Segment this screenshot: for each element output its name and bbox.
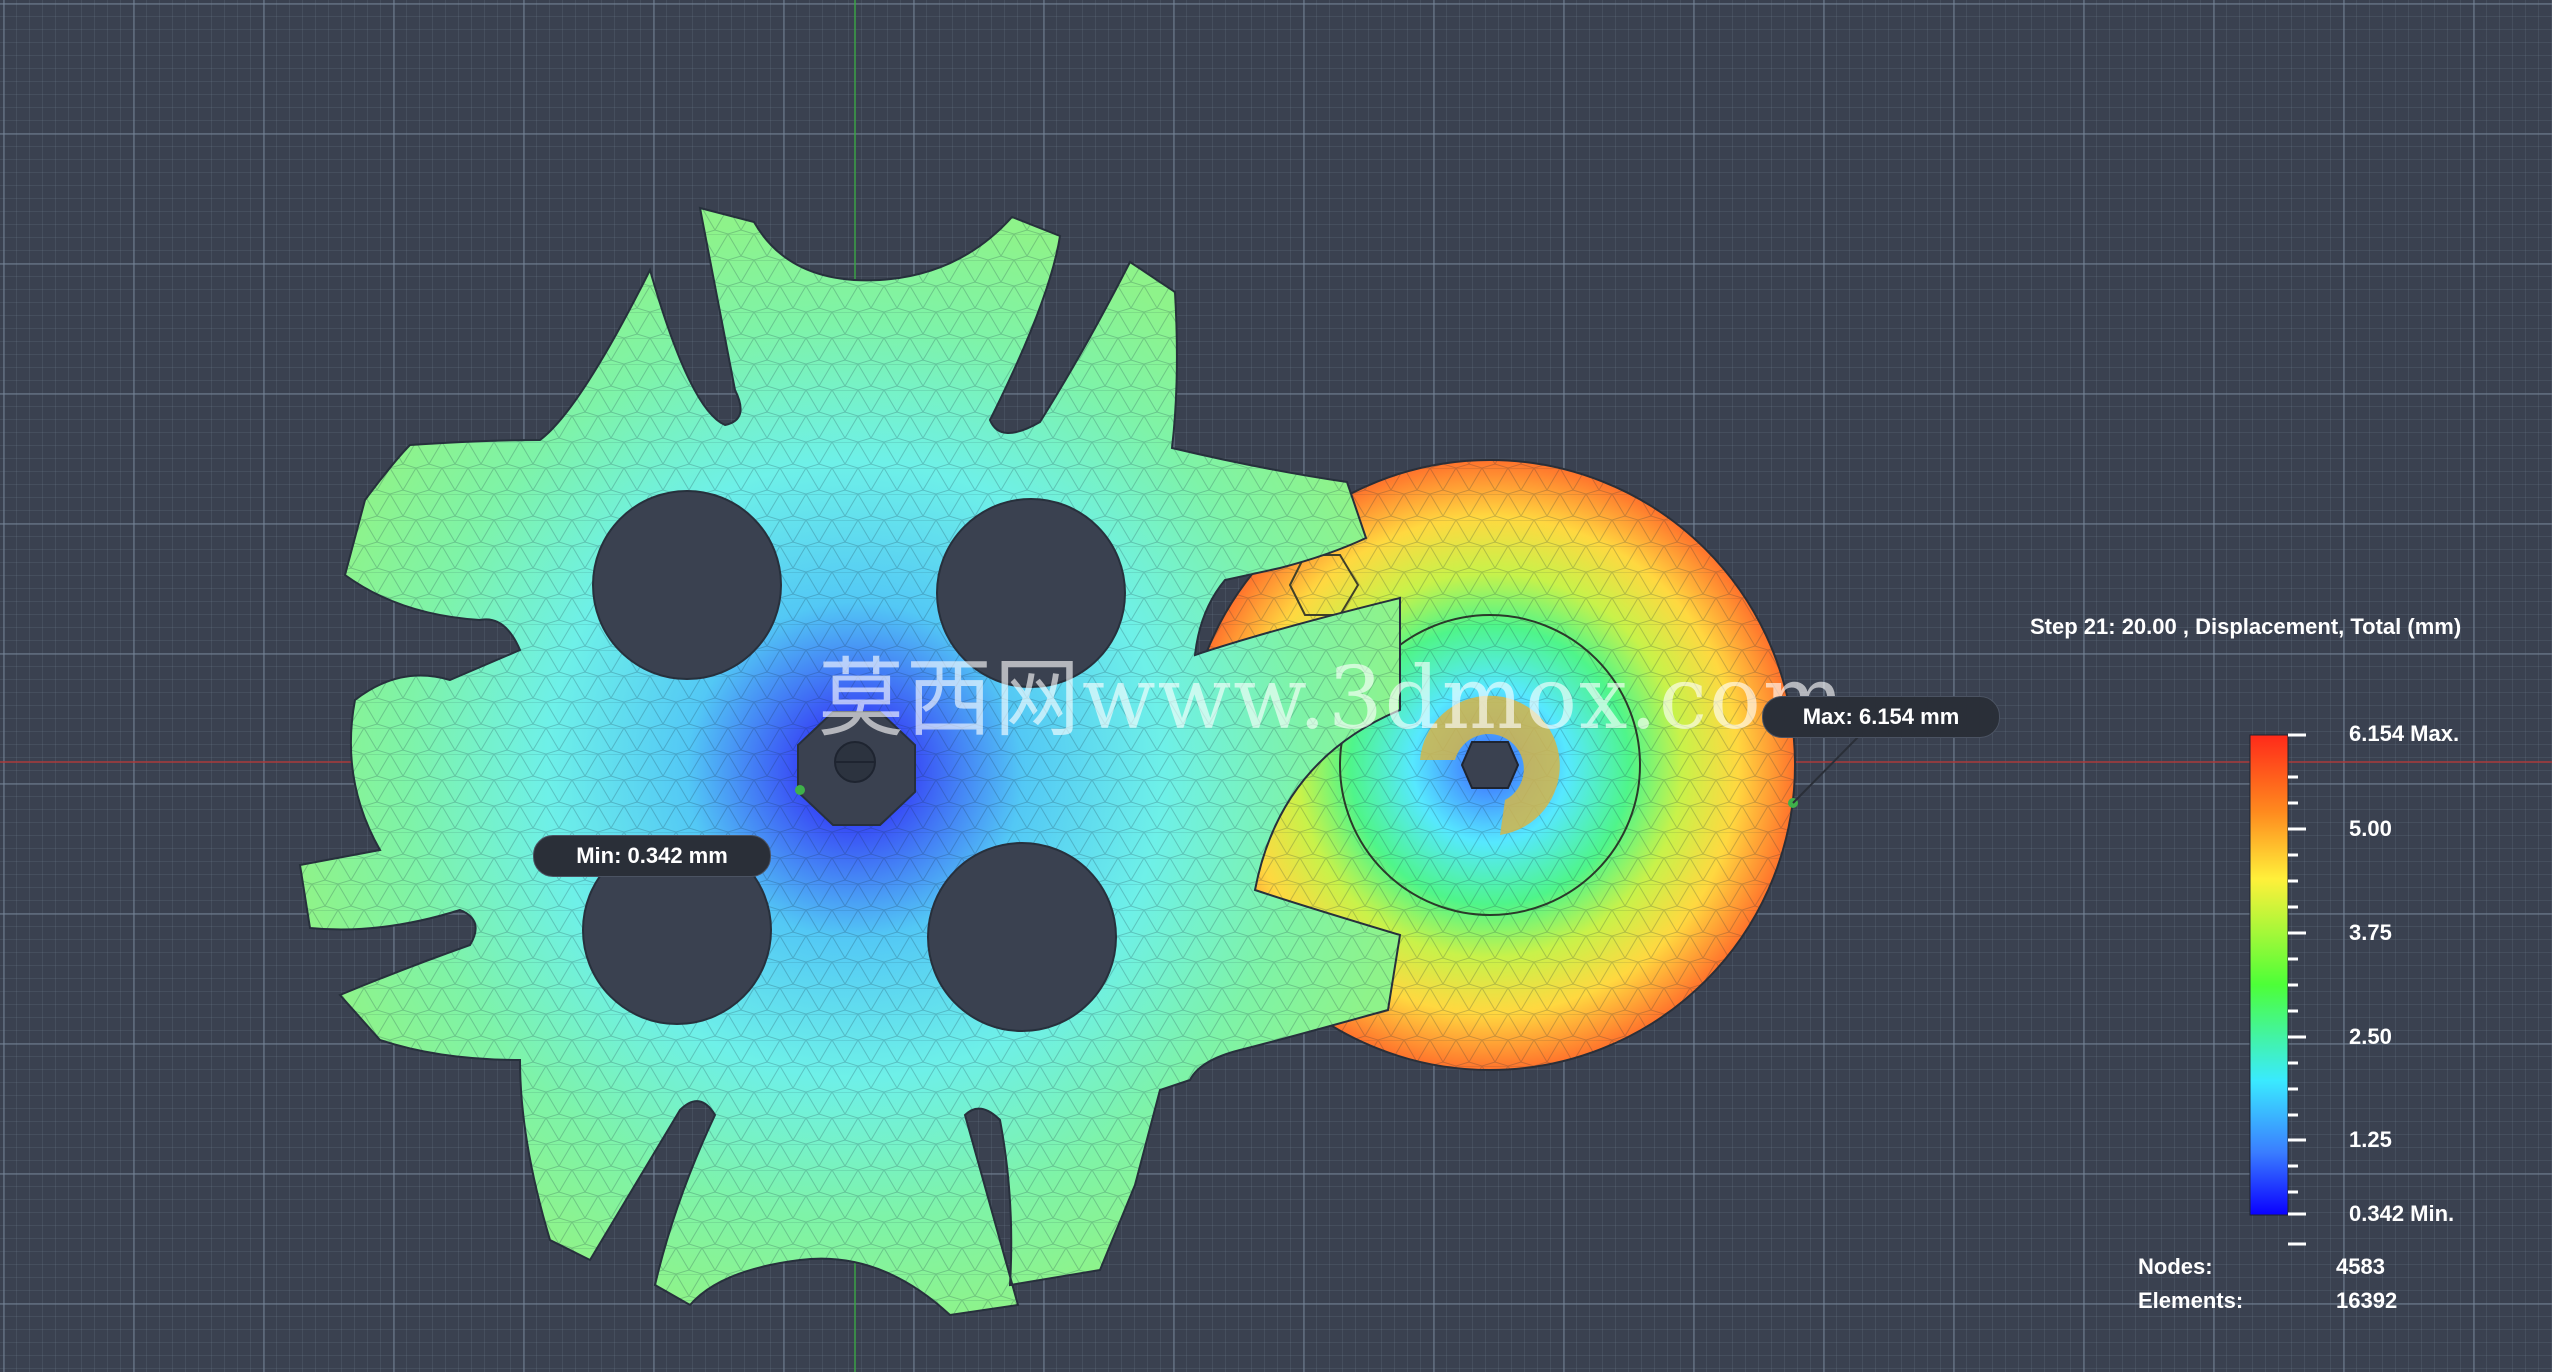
- min-value-label[interactable]: Min: 0.342 mm: [533, 835, 771, 877]
- gear-hole-top-left: [592, 490, 782, 680]
- legend-tick-250-label: 2.50: [2349, 1024, 2392, 1049]
- elements-value: 16392: [2336, 1288, 2398, 1313]
- min-probe-point: [795, 785, 805, 795]
- result-title: Step 21: 20.00 , Displacement, Total (mm…: [2030, 614, 2462, 639]
- legend-max-label: 6.154 Max.: [2349, 721, 2460, 746]
- legend-tick-125-label: 1.25: [2349, 1127, 2392, 1152]
- legend-color-bar: [2249, 733, 2306, 1246]
- watermark-text: 莫西网www.3dmox.com: [818, 649, 1847, 749]
- gear-hole-bottom-right: [927, 842, 1117, 1032]
- legend-min-label: 0.342 Min.: [2349, 1201, 2455, 1226]
- geneva-wheel[interactable]: [298, 206, 1402, 1317]
- legend-tick-375-label: 3.75: [2349, 920, 2392, 945]
- legend-tick-5-label: 5.00: [2349, 816, 2392, 841]
- nodes-label: Nodes:: [2138, 1254, 2213, 1279]
- elements-label: Elements:: [2138, 1288, 2244, 1313]
- max-value-label[interactable]: Max: 6.154 mm: [1762, 696, 2000, 738]
- nodes-value: 4583: [2336, 1254, 2385, 1279]
